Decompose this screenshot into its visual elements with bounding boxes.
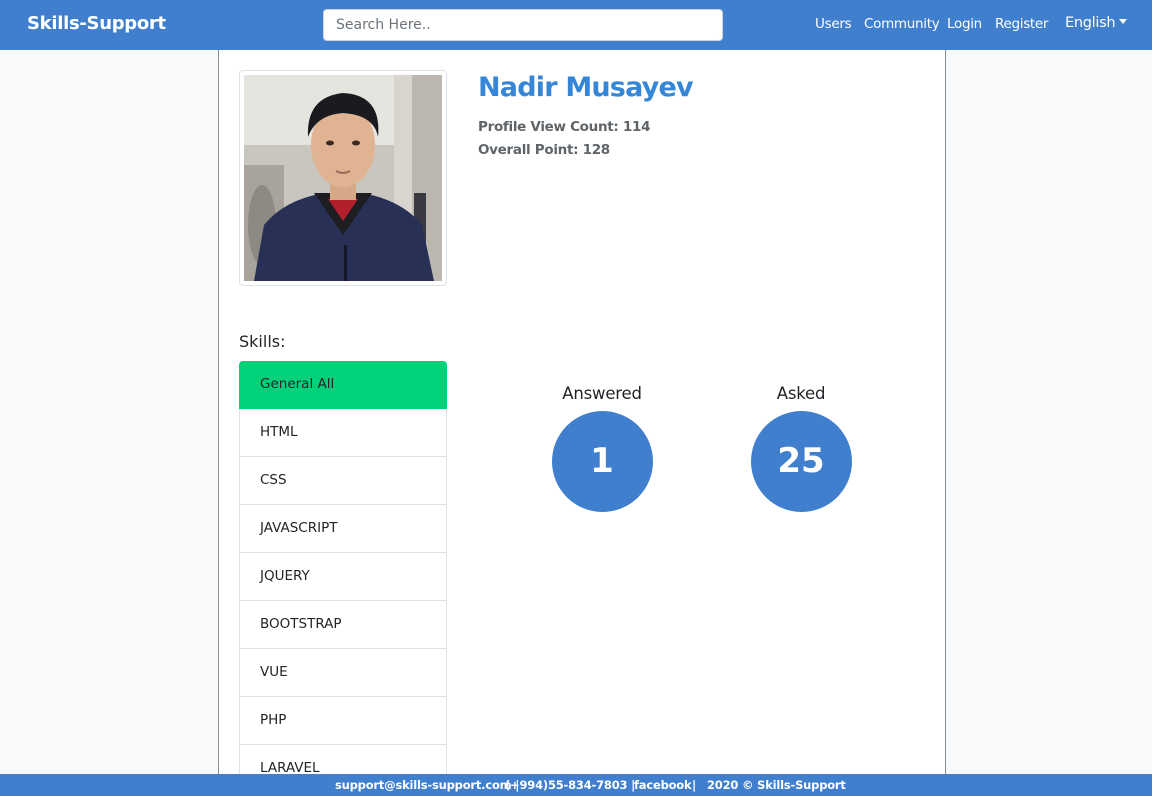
skill-item-php[interactable]: PHP: [239, 697, 447, 745]
asked-count: 25: [750, 411, 852, 512]
search-input[interactable]: [323, 9, 723, 41]
language-label: English: [1065, 15, 1116, 31]
skills-heading: Skills:: [239, 332, 286, 351]
nav-link-login[interactable]: Login: [947, 16, 982, 32]
footer: support@skills-support.com | (+994)55-83…: [0, 774, 1152, 796]
answered-stat: Answered 1: [542, 384, 662, 512]
footer-separator: |: [692, 778, 697, 792]
skill-item-general-all[interactable]: General All: [239, 361, 447, 409]
profile-photo: [244, 75, 442, 281]
footer-copyright: 2020 © Skills-Support: [707, 778, 846, 792]
answered-label: Answered: [562, 384, 642, 403]
skill-item-vue[interactable]: VUE: [239, 649, 447, 697]
caret-down-icon: [1119, 19, 1128, 24]
footer-phone: (+994)55-834-7803 |: [505, 778, 636, 792]
skill-item-html[interactable]: HTML: [239, 409, 447, 457]
profile-photo-frame: [239, 70, 447, 286]
nav-link-community[interactable]: Community: [864, 16, 940, 32]
skills-list: General All HTML CSS JAVASCRIPT JQUERY B…: [239, 361, 447, 793]
language-dropdown[interactable]: English: [1065, 15, 1128, 31]
skill-item-javascript[interactable]: JAVASCRIPT: [239, 505, 447, 553]
profile-name: Nadir Musayev: [478, 72, 694, 103]
profile-photo-image: [244, 75, 442, 281]
overall-point: Overall Point: 128: [478, 142, 610, 158]
answered-count: 1: [551, 411, 653, 512]
top-navbar: Skills-Support Users Community Login Reg…: [0, 0, 1152, 50]
nav-link-users[interactable]: Users: [815, 16, 852, 32]
asked-stat: Asked 25: [741, 384, 861, 512]
skill-item-bootstrap[interactable]: BOOTSTRAP: [239, 601, 447, 649]
skill-item-css[interactable]: CSS: [239, 457, 447, 505]
footer-facebook-link[interactable]: facebook: [634, 778, 692, 792]
footer-email[interactable]: support@skills-support.com |: [335, 778, 519, 792]
nav-link-register[interactable]: Register: [995, 16, 1048, 32]
profile-view-count: Profile View Count: 114: [478, 119, 651, 135]
asked-label: Asked: [776, 384, 826, 403]
skill-item-jquery[interactable]: JQUERY: [239, 553, 447, 601]
profile-container: Nadir Musayev Profile View Count: 114 Ov…: [218, 50, 946, 793]
brand-logo[interactable]: Skills-Support: [27, 13, 166, 34]
